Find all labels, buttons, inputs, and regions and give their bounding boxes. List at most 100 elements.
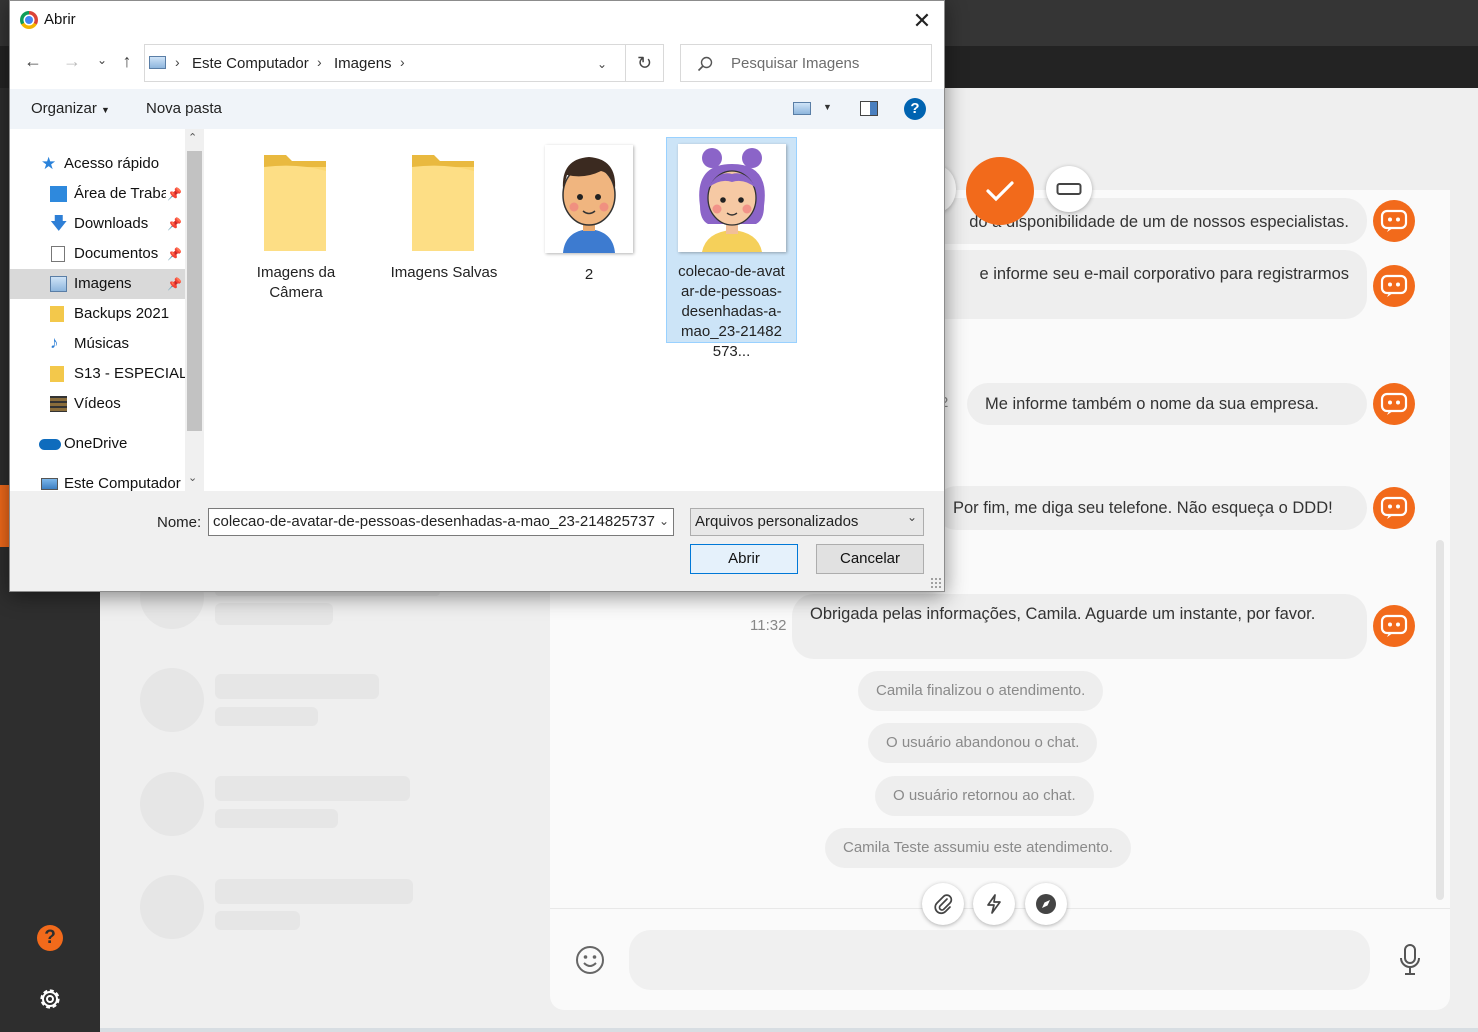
recent-chevron-icon[interactable]: ⌄ <box>94 53 110 67</box>
view-dropdown-icon[interactable]: ▼ <box>823 102 832 112</box>
navigate-button[interactable] <box>1025 883 1067 925</box>
sidebar-item-videos[interactable]: Vídeos <box>10 389 185 419</box>
man-avatar-image <box>545 145 633 253</box>
sidebar-item-music[interactable]: ♪ Músicas <box>10 329 185 359</box>
view-options-icon[interactable] <box>793 102 811 115</box>
chatbot-icon <box>1380 209 1408 232</box>
file-item-image-selected[interactable]: colecao-de-avatar-de-pessoas-desenhadas-… <box>666 137 797 360</box>
filename-dropdown-icon[interactable]: ⌄ <box>655 509 673 535</box>
dialog-titlebar: Abrir ✕ <box>10 1 944 41</box>
dialog-toolbar: Organizar ▼ Nova pasta ▼ ? <box>10 89 944 129</box>
sidebar-item-onedrive[interactable]: OneDrive <box>10 429 185 459</box>
up-arrow-icon[interactable]: ↑ <box>116 51 138 72</box>
settings-icon[interactable] <box>37 986 63 1012</box>
address-bar[interactable]: › Este Computador › Imagens › ⌄ <box>144 44 626 82</box>
file-item-folder[interactable]: Imagens Salvas <box>380 143 508 313</box>
scroll-up-icon[interactable]: ⌃ <box>188 131 197 144</box>
address-dropdown-icon[interactable]: ⌄ <box>597 57 607 71</box>
sidebar-item-quick-access[interactable]: ★ Acesso rápido <box>10 149 185 179</box>
bot-avatar <box>1373 605 1415 647</box>
bot-avatar <box>1373 200 1415 242</box>
finish-button[interactable] <box>966 157 1034 225</box>
new-folder-button[interactable]: Nova pasta <box>146 100 222 117</box>
sidebar-item-special[interactable]: S13 - ESPECIAL - <box>10 359 196 389</box>
forward-arrow-icon[interactable]: → <box>61 51 83 72</box>
sidebar-item-backups[interactable]: Backups 2021 <box>10 299 185 329</box>
file-item-folder[interactable]: Imagens da Câmera <box>240 143 352 313</box>
sidebar-item-pictures[interactable]: Imagens 📌 <box>10 269 185 299</box>
message-input[interactable] <box>629 930 1370 990</box>
folder-icon <box>412 155 474 251</box>
help-icon[interactable]: ? <box>37 925 63 951</box>
scroll-down-icon[interactable]: ⌄ <box>188 471 197 484</box>
file-name: colecao-de-avatar-de-pessoas-desenhadas-… <box>678 263 785 360</box>
chatbot-icon <box>1380 274 1408 297</box>
dialog-bottom-bar: Nome: colecao-de-avatar-de-pessoas-desen… <box>10 491 944 591</box>
skeleton-line <box>215 674 379 699</box>
skeleton-line <box>215 707 318 726</box>
chat-message: Me informe também o nome da sua empresa. <box>967 383 1367 425</box>
file-name: 2 <box>584 266 594 283</box>
sidebar-item-documents[interactable]: Documentos 📌 <box>10 239 185 269</box>
woman-avatar-image <box>677 144 786 252</box>
system-event: Camila finalizou o atendimento. <box>858 671 1104 711</box>
cancel-button[interactable]: Cancelar <box>816 544 924 574</box>
minimize-button[interactable] <box>1046 166 1092 212</box>
organize-label: Organizar <box>31 100 97 117</box>
pin-icon: 📌 <box>167 187 182 201</box>
quick-reply-button[interactable] <box>973 883 1015 925</box>
filetype-select[interactable]: Arquivos personalizados ⌄ <box>690 508 924 536</box>
music-icon: ♪ <box>50 333 59 352</box>
skeleton-avatar <box>140 772 204 836</box>
navigation-pane: ★ Acesso rápido Área de Traba 📌 🡇 Downlo… <box>10 129 204 491</box>
pictures-icon <box>50 276 67 292</box>
microphone-icon[interactable] <box>1398 943 1422 977</box>
system-event: Camila Teste assumiu este atendimento. <box>825 828 1131 868</box>
sidebar-item-desktop[interactable]: Área de Traba 📌 <box>10 179 185 209</box>
chat-message: e informe seu e-mail corporativo para re… <box>900 250 1367 319</box>
skeleton-line <box>215 776 410 801</box>
bot-avatar <box>1373 487 1415 529</box>
open-button[interactable]: Abrir <box>690 544 798 574</box>
app-bottom-line <box>100 1028 1478 1032</box>
message-time: 11:32 <box>750 617 787 634</box>
bot-avatar <box>1373 265 1415 307</box>
skeleton-line <box>215 911 300 930</box>
breadcrumb-pictures[interactable]: Imagens <box>334 55 392 72</box>
pin-icon: 📌 <box>167 277 182 291</box>
breadcrumb-this-pc[interactable]: Este Computador <box>192 55 309 72</box>
preview-pane-icon[interactable] <box>860 101 878 116</box>
computer-icon <box>41 478 58 490</box>
system-event: O usuário abandonou o chat. <box>868 723 1098 763</box>
pin-icon: 📌 <box>167 247 182 261</box>
skeleton-avatar <box>140 668 204 732</box>
download-icon: 🡇 <box>50 214 68 233</box>
search-placeholder: Pesquisar Imagens <box>731 55 860 72</box>
filetype-value: Arquivos personalizados <box>695 513 859 530</box>
sidebar-item-downloads[interactable]: 🡇 Downloads 📌 <box>10 209 185 239</box>
chrome-icon <box>20 11 38 29</box>
organize-button[interactable]: Organizar ▼ <box>31 100 110 117</box>
sidebar-scroll-thumb[interactable] <box>187 151 202 431</box>
bot-avatar <box>1373 383 1415 425</box>
emoji-icon[interactable] <box>574 944 606 976</box>
sidebar-item-this-pc[interactable]: Este Computador <box>10 469 185 491</box>
back-arrow-icon[interactable]: ← <box>22 51 44 72</box>
filename-value: colecao-de-avatar-de-pessoas-desenhadas-… <box>213 513 664 530</box>
rectangle-icon <box>1056 183 1082 195</box>
skeleton-line <box>215 809 338 828</box>
resize-grip-icon[interactable] <box>930 577 942 589</box>
attach-button[interactable] <box>922 883 964 925</box>
close-button[interactable]: ✕ <box>905 7 939 35</box>
search-field[interactable]: Pesquisar Imagens <box>680 44 932 82</box>
pin-icon: 📌 <box>167 217 182 231</box>
file-item-image[interactable]: 2 <box>534 143 644 313</box>
filename-input[interactable]: colecao-de-avatar-de-pessoas-desenhadas-… <box>208 508 674 536</box>
help-icon[interactable]: ? <box>904 98 926 120</box>
refresh-icon[interactable]: ↻ <box>626 44 664 82</box>
star-icon: ★ <box>41 154 57 173</box>
file-name: Imagens Salvas <box>390 264 498 281</box>
chat-message: Obrigada pelas informações, Camila. Agua… <box>792 594 1367 659</box>
chat-scrollbar[interactable] <box>1436 540 1444 900</box>
file-list: Imagens da Câmera Imagens Salvas 2 colec… <box>204 129 944 491</box>
